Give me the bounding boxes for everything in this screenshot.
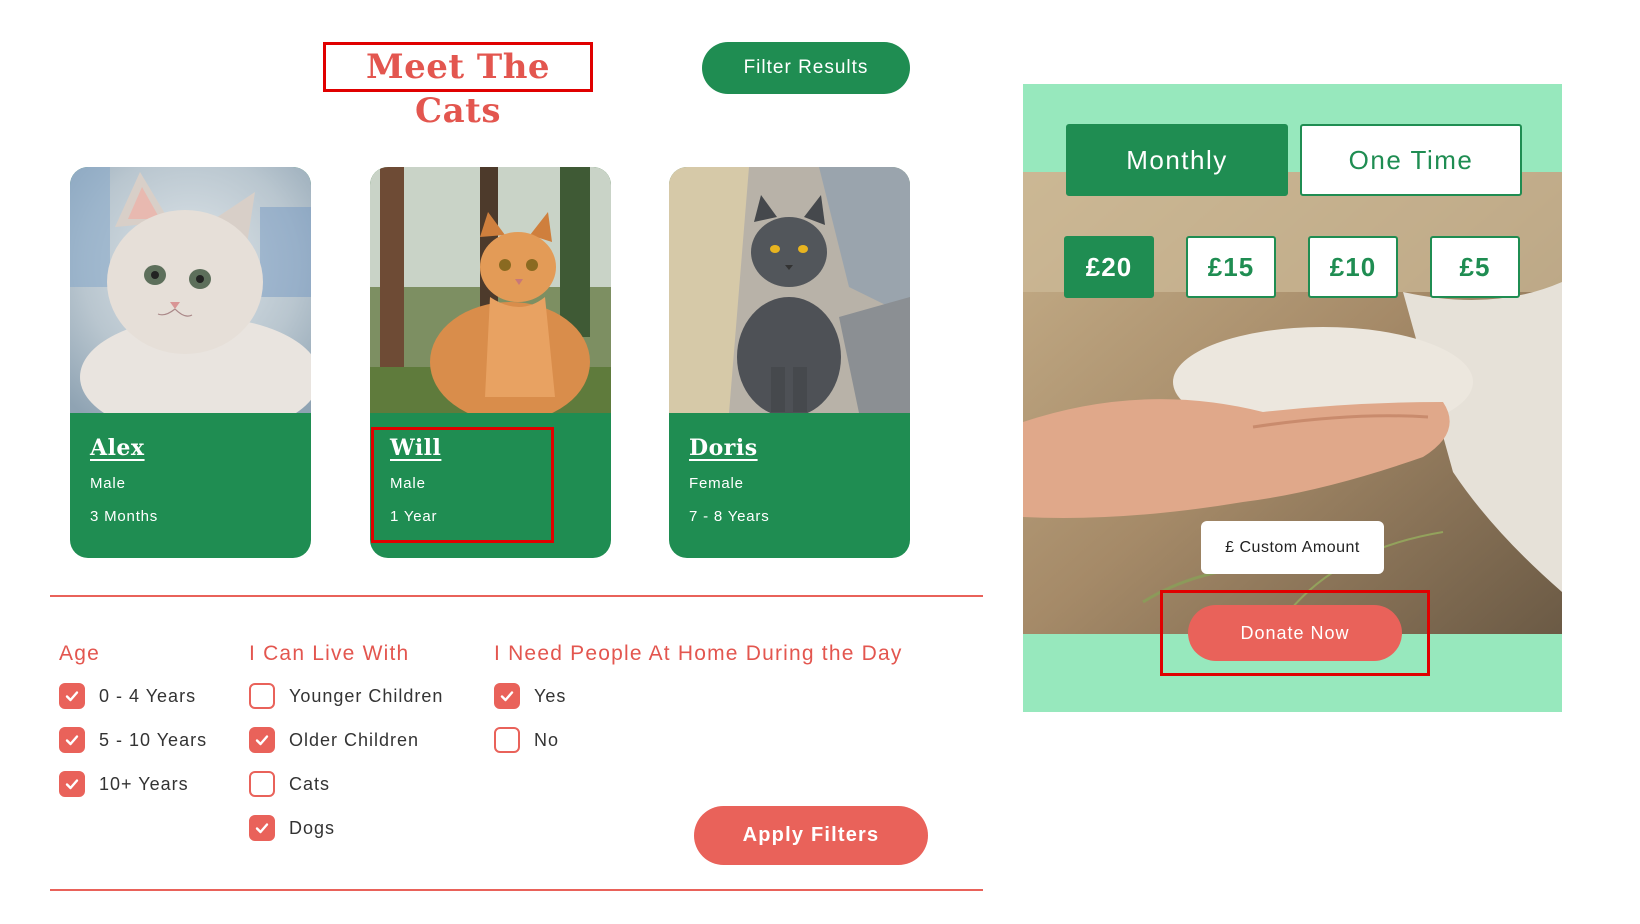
filter-group-age: Age 0 - 4 Years 5 - 10 Years 10+ Years [59, 642, 207, 797]
checkbox-unchecked[interactable] [494, 727, 520, 753]
cat-age: 7 - 8 Years [689, 508, 770, 525]
cat-age: 3 Months [90, 508, 159, 525]
frequency-monthly-tab[interactable]: Monthly [1066, 124, 1288, 196]
filter-option[interactable]: Older Children [249, 727, 443, 753]
divider-bottom [50, 889, 983, 891]
filter-results-button[interactable]: Filter Results [702, 42, 910, 94]
filter-option[interactable]: Dogs [249, 815, 443, 841]
check-icon [255, 823, 269, 834]
filter-option-label: Younger Children [289, 685, 444, 706]
cat-sex: Male [90, 475, 126, 492]
check-icon [65, 735, 79, 746]
check-icon [65, 691, 79, 702]
filter-option-label: Yes [534, 685, 567, 706]
cat-photo-alex [70, 167, 311, 413]
filter-option[interactable]: Yes [494, 683, 903, 709]
apply-filters-button[interactable]: Apply Filters [694, 806, 928, 865]
check-icon [500, 691, 514, 702]
check-icon [255, 735, 269, 746]
amount-button-15[interactable]: £15 [1186, 236, 1276, 298]
checkbox-checked[interactable] [59, 771, 85, 797]
filter-option[interactable]: Younger Children [249, 683, 443, 709]
divider-top [50, 595, 983, 597]
filter-option[interactable]: No [494, 727, 903, 753]
custom-amount-input[interactable]: £ Custom Amount [1201, 521, 1384, 574]
filter-option[interactable]: 5 - 10 Years [59, 727, 207, 753]
cat-card-doris[interactable]: Doris Female 7 - 8 Years [669, 167, 910, 558]
filter-option[interactable]: 0 - 4 Years [59, 683, 207, 709]
amount-button-10[interactable]: £10 [1308, 236, 1398, 298]
cat-sex: Female [689, 475, 744, 492]
checkbox-unchecked[interactable] [249, 683, 275, 709]
checkbox-checked[interactable] [249, 727, 275, 753]
filter-group-people-home: I Need People At Home During the Day Yes… [494, 642, 903, 753]
cat-photo-will [370, 167, 611, 413]
highlight-box-will [371, 427, 554, 543]
checkbox-checked[interactable] [59, 727, 85, 753]
frequency-one-time-tab[interactable]: One Time [1300, 124, 1522, 196]
filter-heading-people-home: I Need People At Home During the Day [494, 642, 903, 665]
page-title: Meet The Cats [323, 42, 593, 131]
filter-option[interactable]: Cats [249, 771, 443, 797]
cat-card-alex[interactable]: Alex Male 3 Months [70, 167, 311, 558]
check-icon [65, 779, 79, 790]
checkbox-checked[interactable] [59, 683, 85, 709]
amount-button-5[interactable]: £5 [1430, 236, 1520, 298]
cat-photo-doris [669, 167, 910, 413]
filter-option-label: Cats [289, 773, 331, 794]
donate-panel: Monthly One Time £20 £15 £10 £5 £ Custom… [1023, 84, 1562, 712]
amount-button-20[interactable]: £20 [1064, 236, 1154, 298]
filter-option-label: Older Children [289, 729, 420, 750]
highlight-box-donate [1160, 590, 1430, 676]
filter-option-label: 5 - 10 Years [99, 729, 208, 750]
filter-group-live-with: I Can Live With Younger Children Older C… [249, 642, 443, 841]
filter-option-label: Dogs [289, 817, 336, 838]
checkbox-checked[interactable] [494, 683, 520, 709]
cat-name[interactable]: Alex [90, 435, 158, 461]
cat-name[interactable]: Doris [689, 435, 770, 461]
filter-heading-age: Age [59, 642, 100, 665]
checkbox-unchecked[interactable] [249, 771, 275, 797]
checkbox-checked[interactable] [249, 815, 275, 841]
filter-option-label: 10+ Years [99, 773, 189, 794]
filter-option-label: No [534, 729, 560, 750]
filter-option[interactable]: 10+ Years [59, 771, 207, 797]
filter-heading-live-with: I Can Live With [249, 642, 410, 665]
filter-option-label: 0 - 4 Years [99, 685, 197, 706]
